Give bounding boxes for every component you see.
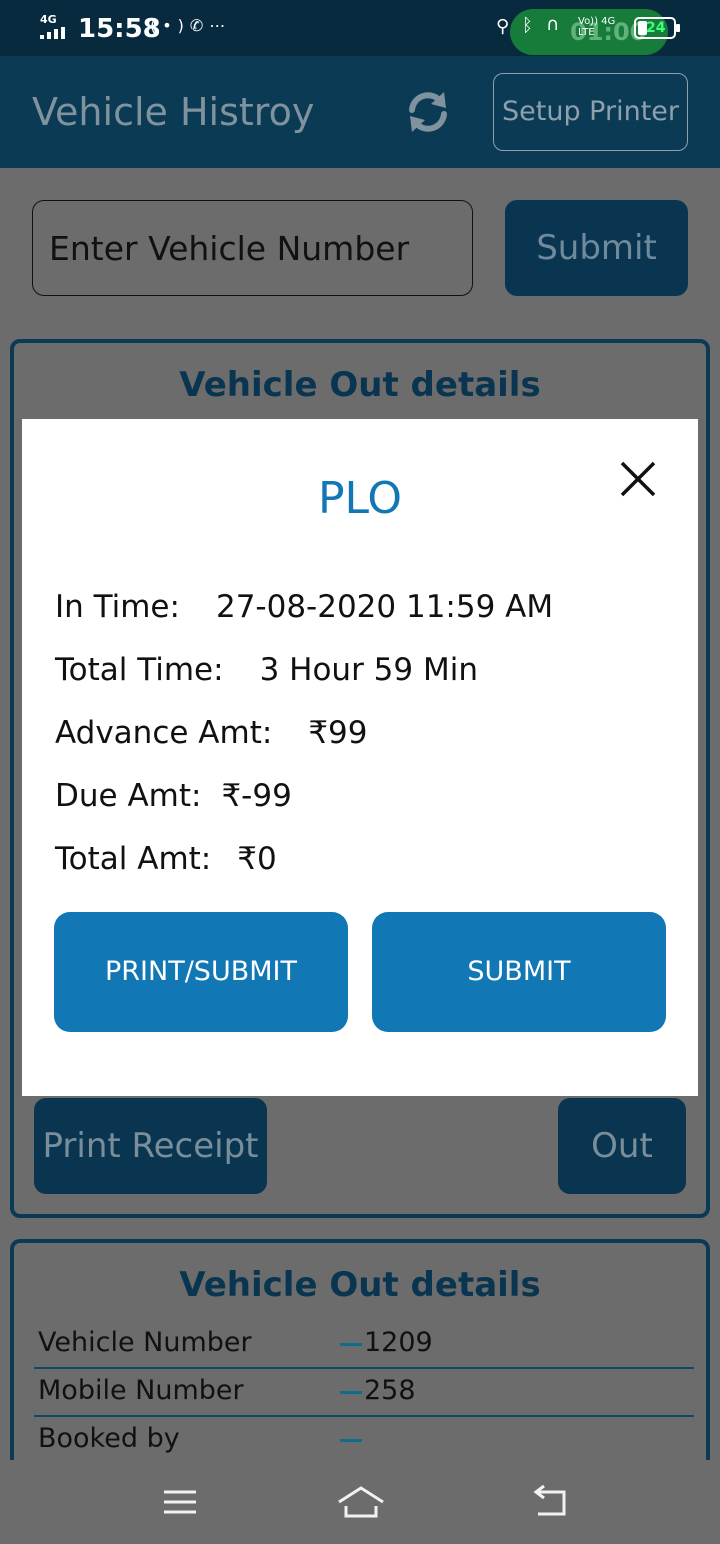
vehicle-number-input[interactable]: Enter Vehicle Number xyxy=(32,200,473,296)
detail-value: 258 xyxy=(364,1375,416,1406)
advance-amt-row: Advance Amt: ₹99 xyxy=(55,715,368,751)
headphones-icon: ∩ xyxy=(546,14,560,35)
clock: 15:58 xyxy=(78,14,161,44)
in-time-row: In Time: 27-08-2020 11:59 AM xyxy=(55,589,554,625)
battery-icon: 24 xyxy=(634,17,680,39)
print-submit-button[interactable]: PRINT/SUBMIT xyxy=(54,912,348,1032)
setup-printer-button[interactable]: Setup Printer xyxy=(493,73,688,151)
refresh-icon[interactable] xyxy=(404,88,452,136)
menu-icon[interactable] xyxy=(160,1482,200,1522)
card-title: Vehicle Out details xyxy=(179,365,541,405)
app-bar: Vehicle Histroy Setup Printer xyxy=(0,56,720,168)
dialog-submit-button[interactable]: SUBMIT xyxy=(372,912,666,1032)
battery-level: 24 xyxy=(646,20,666,36)
page-title: Vehicle Histroy xyxy=(32,90,315,134)
home-icon[interactable] xyxy=(336,1482,386,1522)
submit-button[interactable]: Submit xyxy=(505,200,688,296)
detail-row: Mobile Number 258 xyxy=(34,1369,694,1417)
close-icon[interactable] xyxy=(620,461,656,497)
location-icon: ⚲ xyxy=(496,16,510,37)
whatsapp-icon: ✆ xyxy=(189,16,210,35)
dash-marker xyxy=(340,1439,362,1442)
network-type: 4G xyxy=(40,13,57,26)
total-amt-row: Total Amt: ₹0 xyxy=(55,841,277,877)
bluetooth-icon: ᛒ xyxy=(522,15,533,36)
detail-label: Booked by xyxy=(38,1423,180,1454)
print-receipt-button[interactable]: Print Receipt xyxy=(34,1098,267,1194)
total-time-row: Total Time: 3 Hour 59 Min xyxy=(55,652,478,688)
volte-indicator: Vo)) 4G LTE xyxy=(578,16,616,38)
status-bar: 4G 15:58 (•)✆⋯ ⚲ ᛒ ∩ 01:00 Vo)) 4G LTE 2… xyxy=(0,0,720,56)
more-icon: ⋯ xyxy=(209,16,232,35)
dash-marker xyxy=(340,1343,362,1346)
hotspot-icon: (•) xyxy=(150,16,190,35)
detail-label: Vehicle Number xyxy=(38,1327,252,1358)
signal-icon xyxy=(40,27,70,39)
detail-row: Vehicle Number 1209 xyxy=(34,1321,694,1369)
out-button[interactable]: Out xyxy=(558,1098,686,1194)
checkout-dialog: PLO In Time: 27-08-2020 11:59 AM Total Ti… xyxy=(22,419,698,1096)
detail-row: Booked by xyxy=(34,1417,694,1465)
detail-value: 1209 xyxy=(364,1327,433,1358)
card-title: Vehicle Out details xyxy=(179,1265,541,1305)
dash-marker xyxy=(340,1391,362,1394)
due-amt-row: Due Amt: ₹-99 xyxy=(55,778,292,814)
detail-label: Mobile Number xyxy=(38,1375,244,1406)
system-nav-bar xyxy=(0,1460,720,1544)
dialog-title: PLO xyxy=(317,473,403,524)
back-icon[interactable] xyxy=(530,1482,570,1522)
